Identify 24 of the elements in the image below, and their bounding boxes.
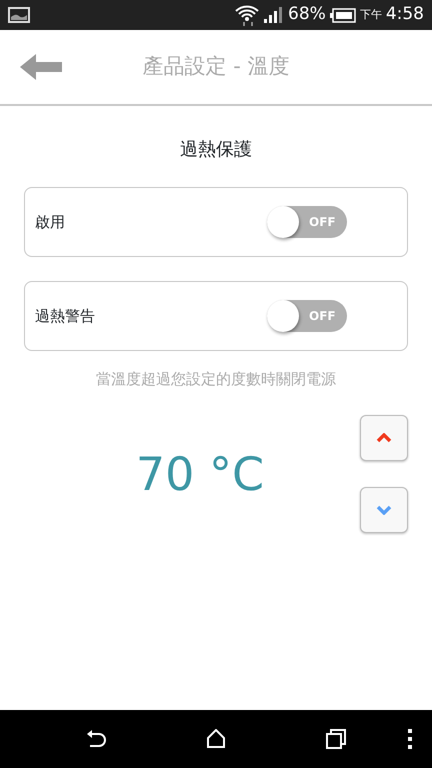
time-period: 下午: [360, 6, 382, 23]
clock-time: 4:58: [386, 3, 424, 26]
gallery-icon: [8, 7, 30, 23]
recent-apps-icon[interactable]: [326, 729, 346, 749]
home-icon[interactable]: [206, 729, 226, 749]
increase-button[interactable]: [360, 415, 408, 461]
setting-label: 啟用: [35, 212, 65, 233]
setting-label: 過熱警告: [35, 306, 95, 327]
back-nav-icon[interactable]: [86, 729, 106, 749]
temperature-value: 70 °C: [136, 446, 264, 500]
page-title: 產品設定 - 溫度: [142, 53, 290, 80]
chevron-down-icon: [376, 505, 392, 515]
signal-icon: [264, 7, 284, 23]
chevron-up-icon: [376, 433, 392, 443]
toggle-switch[interactable]: OFF: [267, 206, 347, 238]
battery-percent: 68%: [288, 3, 326, 26]
section-title: 過熱保護: [180, 139, 252, 160]
back-button[interactable]: [20, 54, 62, 80]
wifi-icon: [234, 3, 260, 27]
battery-icon: [330, 8, 356, 22]
hint-text: 當溫度超過您設定的度數時關閉電源: [96, 370, 336, 388]
overflow-menu-icon[interactable]: [408, 729, 412, 749]
toggle-switch[interactable]: OFF: [267, 300, 347, 332]
decrease-button[interactable]: [360, 487, 408, 533]
